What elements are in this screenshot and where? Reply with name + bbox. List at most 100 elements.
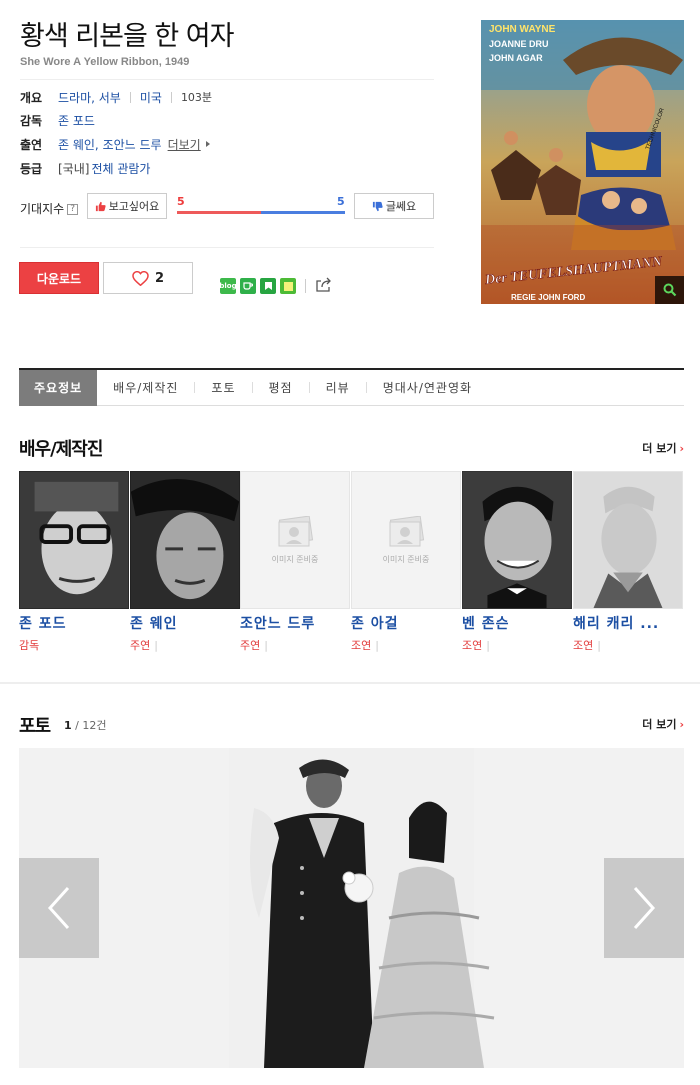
separator <box>170 91 172 103</box>
cast-name[interactable]: 존 웨인 <box>130 613 240 633</box>
cast-role-text: 감독 <box>19 639 40 652</box>
photo-total: 12건 <box>82 719 107 732</box>
no-label: 글쎄요 <box>385 200 417 213</box>
tab-photo[interactable]: 포토 <box>195 370 251 406</box>
separator <box>305 279 306 293</box>
cast-name[interactable]: 벤 존슨 <box>462 613 572 633</box>
prev-photo-button[interactable] <box>19 858 99 958</box>
like-button[interactable]: 2 <box>103 262 193 294</box>
memo-icon[interactable] <box>280 278 296 294</box>
cast-name[interactable]: 존 포드 <box>19 613 129 633</box>
cast-role-text: 조연 <box>351 639 372 652</box>
info-row-overview: 개요 드라마, 서부 미국 103분 <box>20 88 212 106</box>
cast-card[interactable]: 이미지 준비중 조안느 드루 주연 | <box>240 471 350 661</box>
cast-card[interactable]: 벤 존슨 조연 | <box>462 471 572 661</box>
cast-name[interactable]: 해리 캐리 ... <box>573 613 683 633</box>
want-count: 5 <box>177 195 185 208</box>
more-label: 더 보기 <box>642 718 677 731</box>
cafe-icon[interactable] <box>240 278 256 294</box>
expectation-label: 기대지수? <box>20 200 79 217</box>
rating-label: 등급 <box>20 161 43 176</box>
want-bar <box>177 211 261 214</box>
cast-more-link[interactable]: 더보기 <box>168 136 201 153</box>
photo-more-button[interactable]: 더 보기 › <box>642 716 684 732</box>
cast-card[interactable]: 존 포드 감독 <box>19 471 129 661</box>
separator <box>129 91 131 103</box>
cast-card[interactable]: 해리 캐리 ... 조연 | <box>573 471 683 661</box>
poster-credit-1: JOHN WAYNE <box>489 24 556 35</box>
cast-name[interactable]: 존 아걸 <box>351 613 461 633</box>
cast-role-text: 조연 <box>462 639 483 652</box>
director-label: 감독 <box>20 113 43 128</box>
image-placeholder-icon <box>389 515 425 546</box>
share-icon[interactable] <box>315 277 332 295</box>
cast-photo-placeholder: 이미지 준비중 <box>240 471 350 609</box>
movie-poster[interactable]: JOHN WAYNE JOANNE DRU JOHN AGAR TECHNICO… <box>481 20 684 304</box>
tab-rating[interactable]: 평점 <box>253 370 309 406</box>
cast-role: 조연 | <box>351 639 379 652</box>
share-icons: blog <box>219 277 332 295</box>
photo-viewer <box>19 748 684 1068</box>
chevron-right-icon: › <box>679 442 684 455</box>
director-link[interactable]: 존 포드 <box>58 112 95 129</box>
section-divider <box>0 682 700 684</box>
tab-quotes-related[interactable]: 명대사/연관영화 <box>367 370 488 406</box>
chevron-left-icon <box>47 886 70 930</box>
cast-role-text: 주연 <box>130 639 151 652</box>
info-row-rating: 등급 [국내] 전체 관람가 <box>20 159 150 177</box>
cast-card[interactable]: 이미지 준비중 존 아걸 조연 | <box>351 471 461 661</box>
overview-label: 개요 <box>20 90 43 105</box>
help-icon[interactable]: ? <box>67 204 79 215</box>
next-photo-button[interactable] <box>604 858 684 958</box>
placeholder-text: 이미지 준비중 <box>271 554 319 564</box>
cast-photo <box>130 471 240 609</box>
want-label: 보고싶어요 <box>108 200 160 213</box>
runtime: 103분 <box>180 91 213 104</box>
info-row-director: 감독 존 포드 <box>20 111 95 129</box>
cast-section-heading: 배우/제작진 <box>19 439 103 460</box>
image-placeholder-icon <box>278 515 314 546</box>
cast-photo <box>462 471 572 609</box>
like-count: 2 <box>154 270 165 286</box>
want-to-see-button[interactable]: 보고싶어요 <box>87 193 167 219</box>
poster-director: REGIE JOHN FORD <box>511 293 585 302</box>
cast-role-text: 조연 <box>573 639 594 652</box>
tab-cast-crew[interactable]: 배우/제작진 <box>97 370 194 406</box>
tab-main-info[interactable]: 주요정보 <box>19 369 98 406</box>
tab-bar: 주요정보 배우/제작진 포토 평점 리뷰 명대사/연관영화 <box>19 368 684 406</box>
cast-label: 출연 <box>20 137 43 152</box>
no-bar <box>261 211 345 214</box>
still-photo[interactable] <box>19 748 684 1068</box>
cast-photo <box>573 471 683 609</box>
download-button[interactable]: 다운로드 <box>19 262 99 294</box>
rating-link[interactable]: 전체 관람가 <box>91 160 150 177</box>
thumbs-up-icon <box>95 201 106 211</box>
not-sure-button[interactable]: 글쎄요 <box>354 193 434 219</box>
photo-counter: 1 / 12건 <box>64 719 107 732</box>
cast-more-button[interactable]: 더 보기 › <box>642 440 684 456</box>
thumbs-down-icon <box>372 201 383 211</box>
cast-link[interactable]: 존 웨인, 조안느 드루 <box>58 136 162 153</box>
original-title: She Wore A Yellow Ribbon, 1949 <box>20 56 190 68</box>
info-row-cast: 출연 존 웨인, 조안느 드루 더보기 <box>20 135 210 153</box>
search-icon <box>663 283 676 297</box>
cast-card[interactable]: 존 웨인 주연 | <box>130 471 240 661</box>
blog-icon[interactable]: blog <box>219 278 237 294</box>
chevron-right-icon <box>205 141 210 147</box>
rating-region: [국내] <box>58 161 90 176</box>
cast-name[interactable]: 조안느 드루 <box>240 613 350 633</box>
zoom-button[interactable] <box>655 276 684 304</box>
divider <box>20 79 434 80</box>
genre-link[interactable]: 드라마, 서부 <box>58 89 121 106</box>
page-title: 황색 리본을 한 여자 <box>20 21 234 52</box>
cast-role: 주연 | <box>130 639 158 652</box>
bookmark-icon[interactable] <box>260 278 276 294</box>
placeholder-text: 이미지 준비중 <box>382 554 430 564</box>
cast-role: 조연 | <box>462 639 490 652</box>
tab-review[interactable]: 리뷰 <box>310 370 366 406</box>
cast-role: 감독 <box>19 637 129 653</box>
poster-image: JOHN WAYNE JOANNE DRU JOHN AGAR TECHNICO… <box>481 20 684 304</box>
cast-role: 주연 | <box>240 639 268 652</box>
country-link[interactable]: 미국 <box>140 89 162 106</box>
cast-role: 조연 | <box>573 639 601 652</box>
